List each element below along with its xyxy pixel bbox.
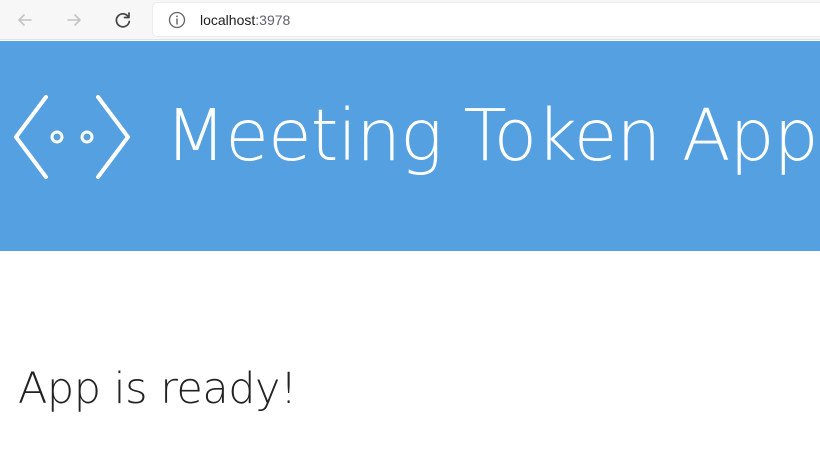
back-button[interactable] — [11, 6, 39, 34]
info-icon[interactable] — [168, 11, 186, 29]
app-title: Meeting Token App — [165, 94, 819, 177]
reload-button[interactable] — [109, 6, 137, 34]
reload-icon — [115, 12, 131, 28]
arrow-right-icon — [67, 14, 81, 26]
arrow-left-icon — [18, 14, 32, 26]
url-port: :3978 — [255, 12, 291, 28]
app-header: Meeting Token App — [0, 41, 820, 251]
address-bar[interactable]: localhost:3978 — [153, 3, 820, 36]
status-message: App is ready! — [18, 364, 297, 414]
url-text[interactable]: localhost:3978 — [200, 12, 290, 28]
forward-button[interactable] — [60, 6, 88, 34]
browser-toolbar: localhost:3978 — [0, 0, 820, 40]
bot-face-icon — [14, 95, 130, 179]
url-host: localhost — [200, 12, 256, 28]
